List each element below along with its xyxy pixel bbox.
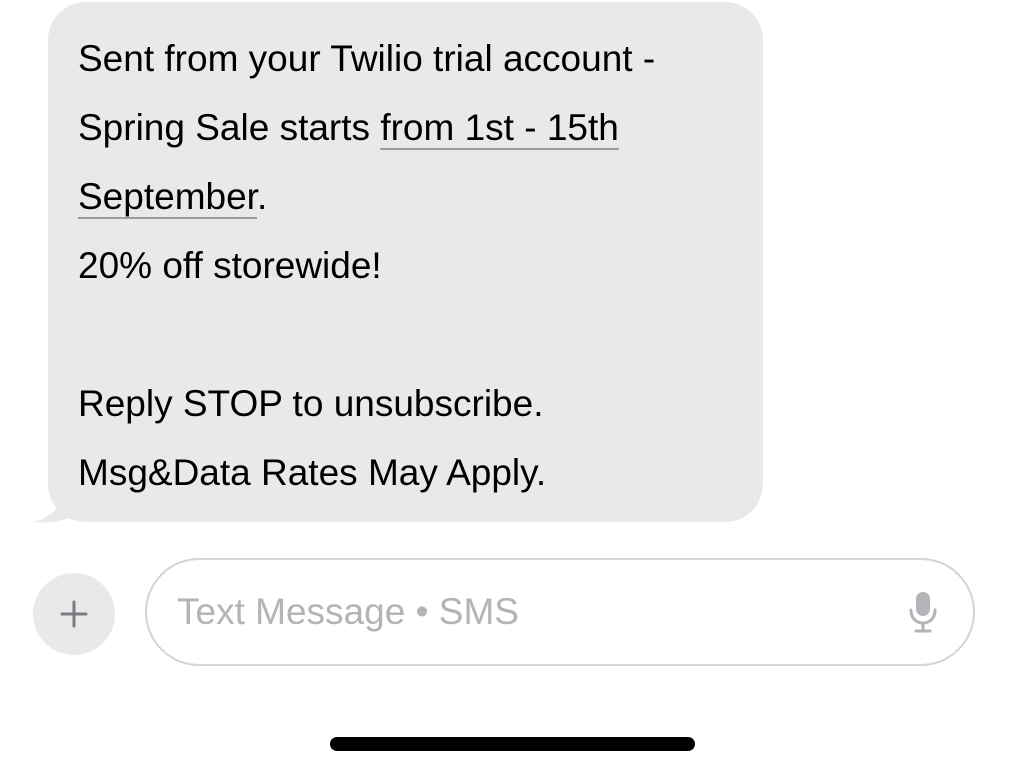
- message-line: Sent from your Twilio trial account -: [78, 38, 656, 79]
- message-line: September.: [78, 162, 733, 231]
- message-line: Spring Sale starts from 1st - 15th: [78, 93, 733, 162]
- message-line: Reply STOP to unsubscribe.: [78, 383, 544, 424]
- messages-screen: Sent from your Twilio trial account - Sp…: [0, 0, 1024, 768]
- microphone-icon: [909, 592, 937, 633]
- message-input[interactable]: [177, 591, 903, 633]
- plus-icon: [60, 600, 88, 628]
- message-input-container[interactable]: [145, 558, 975, 666]
- message-line: Msg&Data Rates May Apply.: [78, 452, 547, 493]
- date-link[interactable]: September: [78, 176, 257, 217]
- message-text: .: [256, 176, 268, 217]
- add-attachment-button[interactable]: [33, 573, 115, 655]
- date-link[interactable]: from 1st - 15th: [380, 107, 619, 148]
- dictation-button[interactable]: [903, 587, 943, 637]
- home-indicator[interactable]: [330, 737, 695, 751]
- message-text: Spring Sale starts: [78, 107, 381, 148]
- message-bubble[interactable]: Sent from your Twilio trial account - Sp…: [48, 2, 763, 522]
- message-line: 20% off storewide!: [78, 245, 382, 286]
